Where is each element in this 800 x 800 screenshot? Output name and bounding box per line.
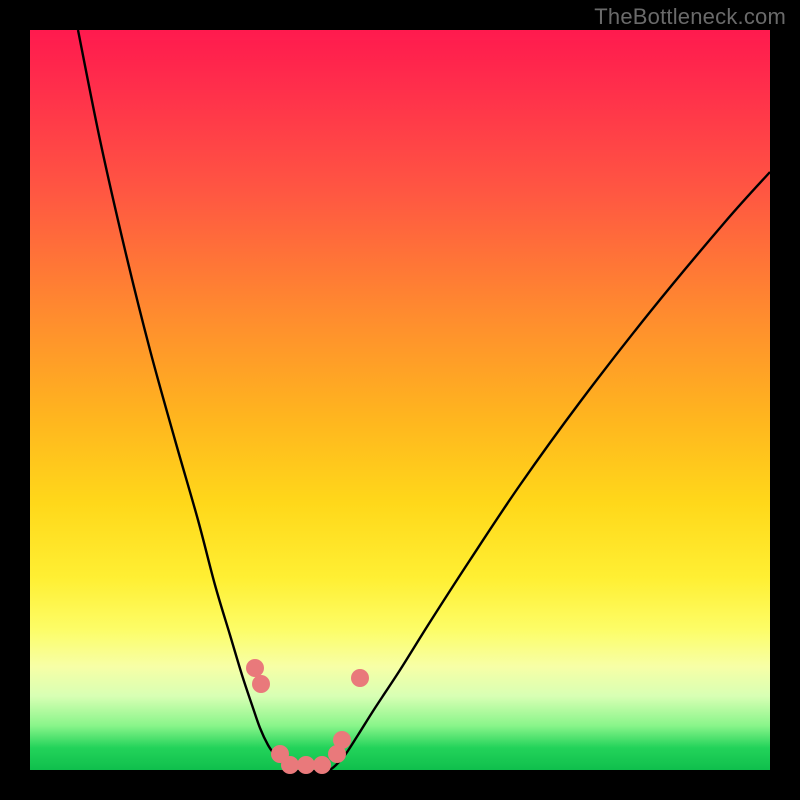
- data-marker: [297, 756, 315, 774]
- data-marker: [246, 659, 264, 677]
- data-marker: [333, 731, 351, 749]
- data-marker-group: [246, 659, 369, 774]
- curve-right-branch: [330, 172, 770, 770]
- data-marker: [281, 756, 299, 774]
- data-marker: [252, 675, 270, 693]
- watermark-text: TheBottleneck.com: [594, 4, 786, 30]
- curve-left-branch: [78, 30, 292, 770]
- chart-frame: TheBottleneck.com: [0, 0, 800, 800]
- chart-plot-area: [30, 30, 770, 770]
- data-marker: [351, 669, 369, 687]
- bottleneck-curve: [30, 30, 770, 770]
- data-marker: [313, 756, 331, 774]
